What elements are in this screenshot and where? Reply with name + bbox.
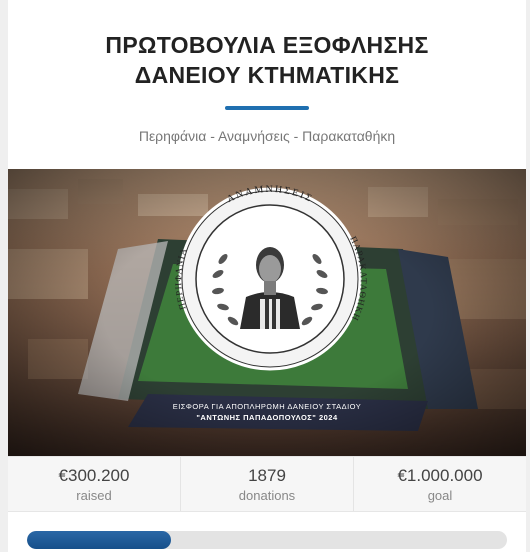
donations-label: donations [238, 488, 296, 503]
campaign-title-line2: ΔΑΝΕΙΟΥ ΚΤΗΜΑΤΙΚΗΣ [134, 62, 400, 88]
donations-value: 1879 [248, 466, 286, 485]
hero-caption-line1: ΕΙΣΦΟΡΑ ΓΙΑ ΑΠΟΠΛΗΡΩΜΗ ΔΑΝΕΙΟΥ ΣΤΑΔΙΟΥ [173, 402, 362, 411]
campaign-subtitle: Περηφάνια - Αναμνήσεις - Παρακαταθήκη [138, 128, 396, 144]
stat-raised: €300.200 raised [8, 457, 181, 511]
stat-goal: €1.000.000 goal [354, 457, 526, 511]
funding-progress-bar [27, 531, 507, 549]
campaign-stats: €300.200 raised 1879 donations €1.000.00… [8, 456, 526, 512]
hero-caption-line2: "ΑΝΤΩΝΗΣ ΠΑΠΑΔΟΠΟΥΛΟΣ" 2024 [196, 413, 338, 422]
title-accent-divider [225, 106, 309, 110]
goal-value: €1.000.000 [397, 466, 483, 485]
campaign-title-line1: ΠΡΩΤΟΒΟΥΛΙΑ ΕΞΟΦΛΗΣΗΣ [105, 32, 429, 58]
goal-label: goal [427, 488, 453, 503]
stat-donations: 1879 donations [181, 457, 354, 511]
hero-image: ΑΝΑΜΝΗΣΕΙΣ ΠΕΡΗΦΑΝΙΑ ΠΑΡΑΚΑΤΑΘΗΚΗ ΕΙΣΦΟΡ… [8, 169, 526, 456]
stadium-aerial-image: ΑΝΑΜΝΗΣΕΙΣ ΠΕΡΗΦΑΝΙΑ ΠΑΡΑΚΑΤΑΘΗΚΗ ΕΙΣΦΟΡ… [8, 169, 526, 456]
raised-value: €300.200 [58, 466, 130, 485]
raised-label: raised [76, 488, 112, 503]
campaign-header: ΠΡΩΤΟΒΟΥΛΙΑ ΕΞΟΦΛΗΣΗΣ ΔΑΝΕΙΟΥ ΚΤΗΜΑΤΙΚΗΣ… [8, 0, 526, 169]
progress-fill [27, 531, 171, 549]
campaign-title: ΠΡΩΤΟΒΟΥΛΙΑ ΕΞΟΦΛΗΣΗΣ ΔΑΝΕΙΟΥ ΚΤΗΜΑΤΙΚΗΣ [102, 30, 432, 90]
progress-track [27, 531, 507, 549]
campaign-card: ΠΡΩΤΟΒΟΥΛΙΑ ΕΞΟΦΛΗΣΗΣ ΔΑΝΕΙΟΥ ΚΤΗΜΑΤΙΚΗΣ… [8, 0, 526, 552]
